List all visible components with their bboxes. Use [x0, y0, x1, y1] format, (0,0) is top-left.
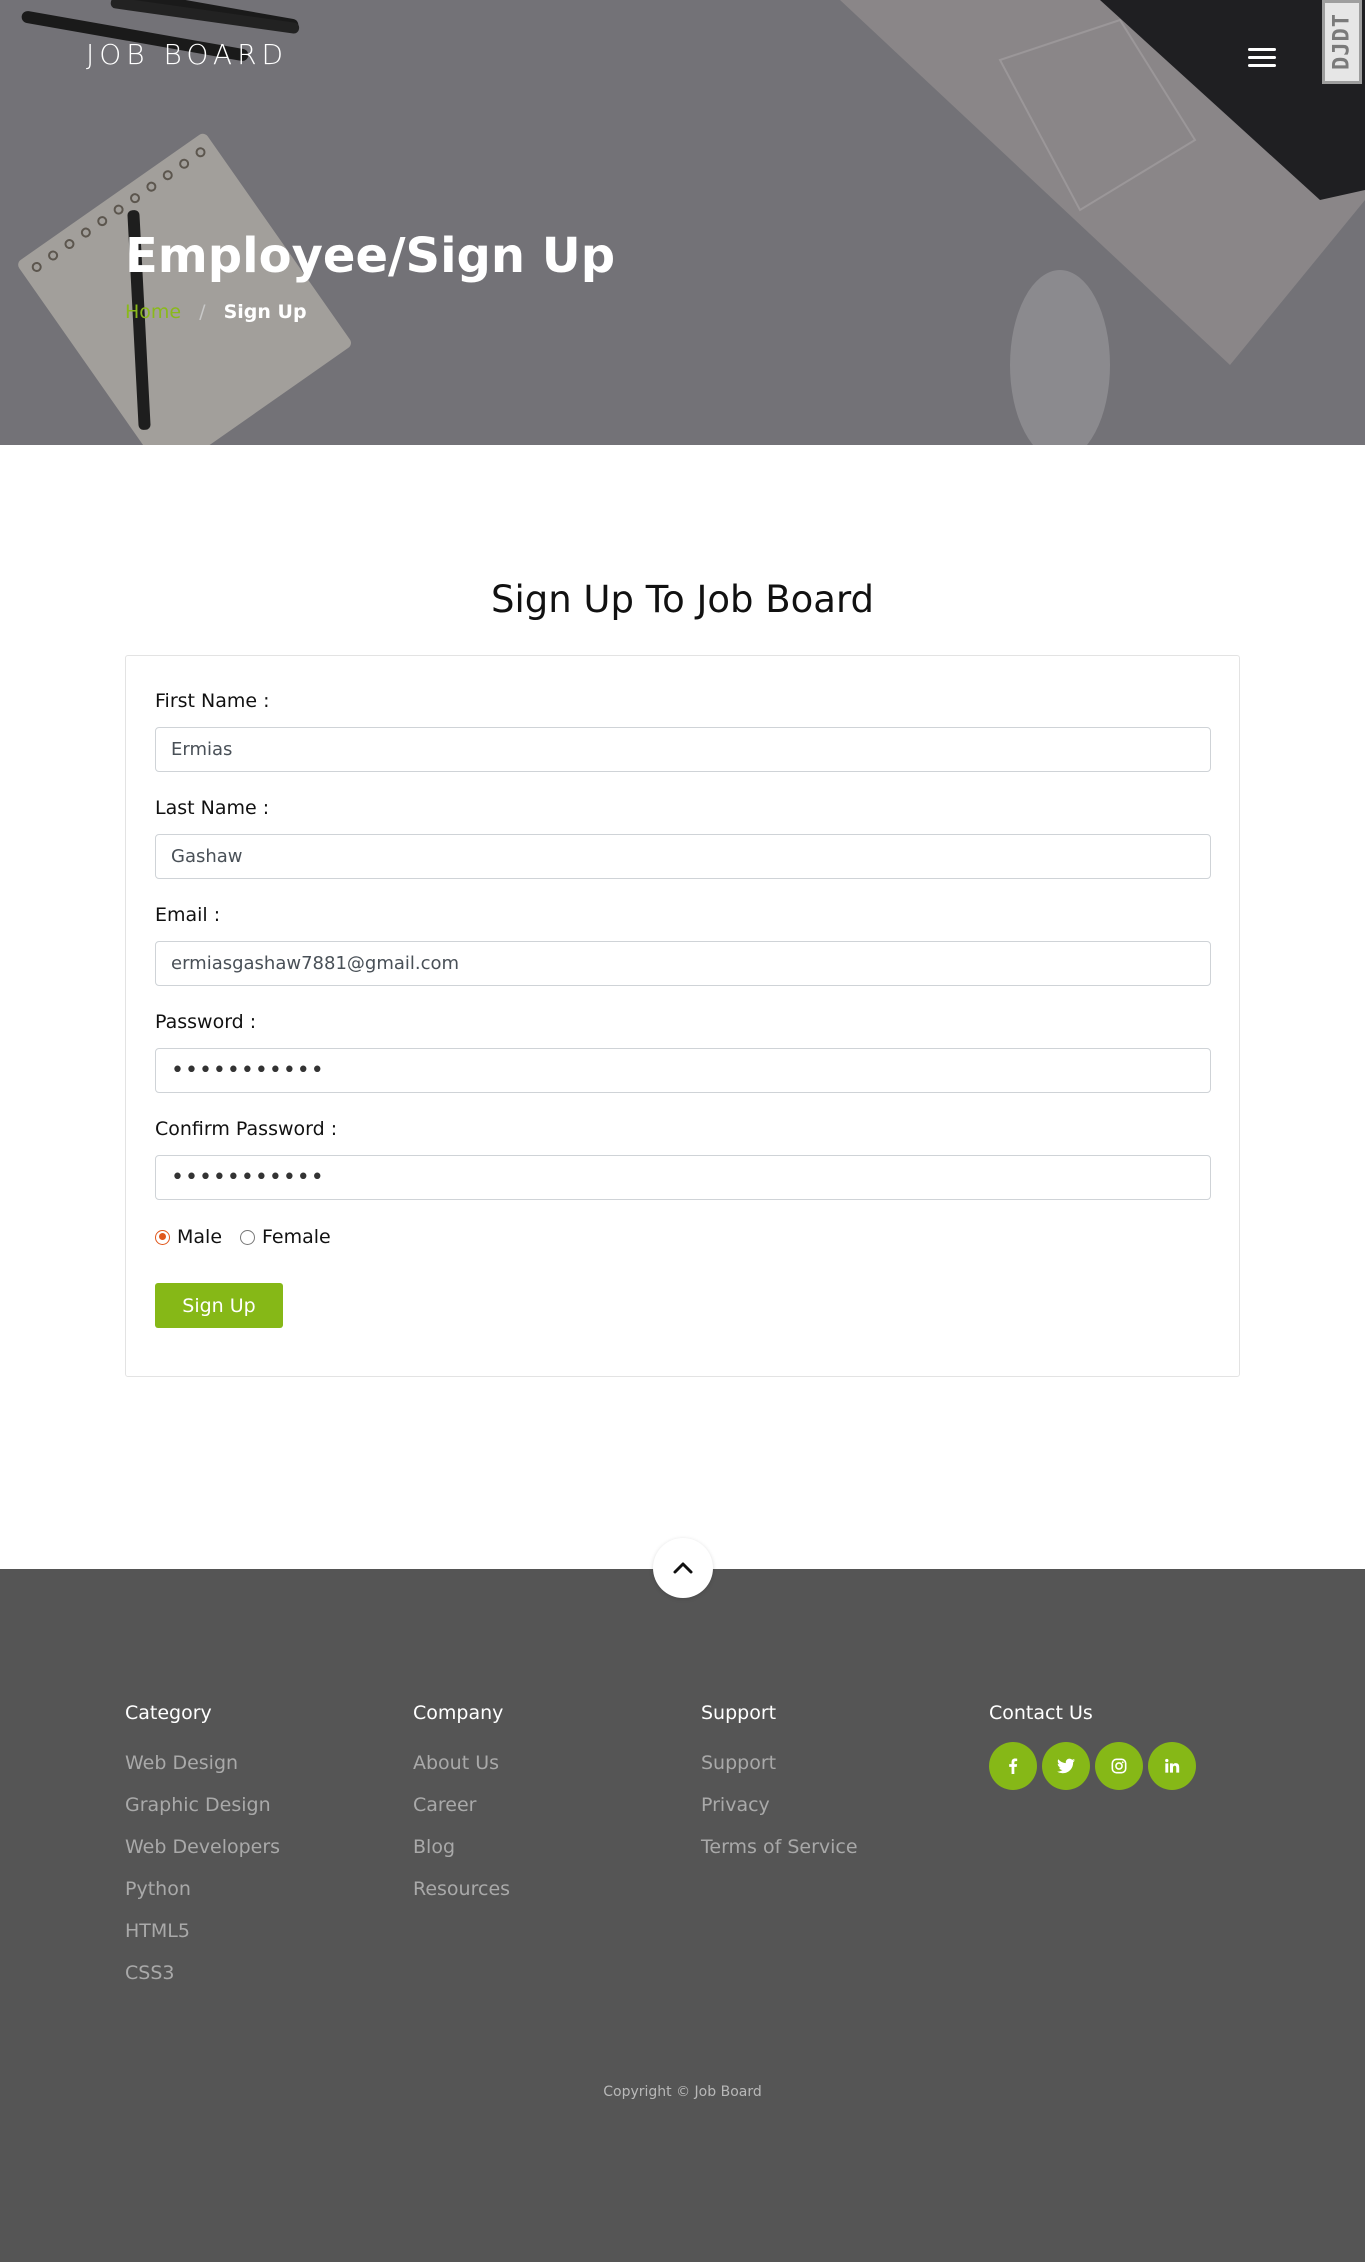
gender-female-label: Female	[262, 1226, 331, 1248]
twitter-glyph	[1057, 1758, 1075, 1774]
email-label: Email :	[155, 904, 221, 926]
hero-banner: JOB BOARD DJDT Employee/Sign Up Home / S…	[0, 0, 1365, 445]
footer-link[interactable]: CSS3	[125, 1952, 280, 1994]
footer-link[interactable]: About Us	[413, 1742, 510, 1784]
password-label: Password :	[155, 1011, 257, 1033]
footer-link[interactable]: Career	[413, 1784, 510, 1826]
gender-radio-group: Male Female	[155, 1226, 349, 1248]
confirm-password-label: Confirm Password :	[155, 1118, 338, 1140]
radio-checked-icon	[155, 1229, 170, 1245]
copyright-text: Copyright © Job Board	[603, 2084, 762, 2100]
form-heading: Sign Up To Job Board	[490, 578, 875, 621]
radio-unchecked-icon	[240, 1229, 256, 1245]
first-name-label: First Name :	[155, 690, 270, 712]
linkedin-icon[interactable]	[1148, 1742, 1196, 1790]
password-input[interactable]	[155, 1048, 1211, 1093]
footer-heading: Company	[413, 1702, 504, 1724]
facebook-icon[interactable]	[989, 1742, 1037, 1790]
footer-link[interactable]: Support	[701, 1742, 858, 1784]
debug-toolbar-toggle[interactable]: DJDT	[1322, 0, 1362, 84]
footer-link[interactable]: Web Developers	[125, 1826, 280, 1868]
linkedin-glyph	[1165, 1758, 1180, 1773]
footer-link[interactable]: Resources	[413, 1868, 510, 1910]
first-name-input[interactable]	[155, 727, 1211, 772]
twitter-icon[interactable]	[1042, 1742, 1090, 1790]
hamburger-menu-icon[interactable]	[1248, 48, 1276, 70]
breadcrumb-separator: /	[199, 301, 206, 323]
footer-heading: Category	[125, 1702, 212, 1724]
footer-column-company: Company About Us Career Blog Resources	[413, 1702, 510, 1910]
last-name-input[interactable]	[155, 834, 1211, 879]
signup-button[interactable]: Sign Up	[155, 1283, 283, 1328]
footer-link[interactable]: Terms of Service	[701, 1826, 858, 1868]
footer-link[interactable]: Privacy	[701, 1784, 858, 1826]
gender-male-radio[interactable]: Male	[155, 1226, 222, 1248]
email-input[interactable]	[155, 941, 1211, 986]
instagram-icon[interactable]	[1095, 1742, 1143, 1790]
social-links	[989, 1742, 1196, 1790]
footer-column-support: Support Support Privacy Terms of Service	[701, 1702, 858, 1868]
signup-form: First Name : Last Name : Email : Passwor…	[125, 655, 1240, 1377]
footer-link[interactable]: HTML5	[125, 1910, 280, 1952]
confirm-password-input[interactable]	[155, 1155, 1211, 1200]
page-title: Employee/Sign Up	[125, 228, 616, 284]
debug-toolbar-label: DJDT	[1329, 13, 1355, 71]
footer-heading: Contact Us	[989, 1702, 1093, 1724]
footer-heading: Support	[701, 1702, 777, 1724]
site-logo[interactable]: JOB BOARD	[86, 38, 288, 71]
breadcrumb: Home / Sign Up	[125, 301, 307, 323]
footer-link[interactable]: Blog	[413, 1826, 510, 1868]
instagram-glyph	[1111, 1758, 1127, 1774]
footer-link[interactable]: Graphic Design	[125, 1784, 280, 1826]
footer-link[interactable]: Python	[125, 1868, 280, 1910]
last-name-label: Last Name :	[155, 797, 270, 819]
footer-column-contact: Contact Us	[989, 1702, 1196, 1790]
gender-male-label: Male	[177, 1226, 223, 1248]
footer-link[interactable]: Web Design	[125, 1742, 280, 1784]
gender-female-radio[interactable]: Female	[240, 1226, 331, 1248]
breadcrumb-home-link[interactable]: Home	[125, 301, 181, 323]
footer-column-category: Category Web Design Graphic Design Web D…	[125, 1702, 280, 1994]
scroll-to-top-button[interactable]	[653, 1538, 713, 1598]
facebook-glyph	[1009, 1758, 1018, 1774]
breadcrumb-current: Sign Up	[223, 301, 307, 323]
chevron-up-icon	[673, 1562, 693, 1574]
